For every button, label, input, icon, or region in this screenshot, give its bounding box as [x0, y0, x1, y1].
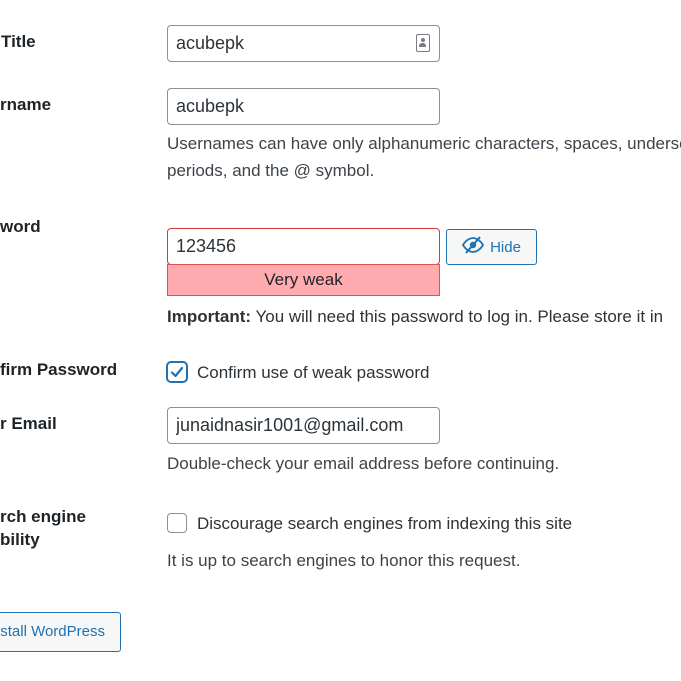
discourage-search-engines-label[interactable]: Discourage search engines from indexing …	[197, 512, 572, 535]
install-wordpress-button[interactable]: stall WordPress	[0, 612, 121, 652]
password-label: word	[0, 217, 41, 236]
confirm-weak-password-label[interactable]: Confirm use of weak password	[197, 361, 429, 384]
hide-password-button[interactable]: Hide	[446, 229, 537, 265]
confirm-weak-password-checkbox[interactable]	[167, 362, 187, 382]
password-input[interactable]	[167, 228, 440, 265]
eye-slash-icon	[462, 236, 485, 258]
username-input[interactable]	[167, 88, 440, 125]
username-description-line2: periods, and the @ symbol.	[167, 161, 375, 180]
email-input[interactable]	[167, 407, 440, 444]
contact-card-icon[interactable]	[416, 34, 430, 52]
password-important-note: Important: You will need this password t…	[167, 304, 663, 330]
password-strength-meter: Very weak	[167, 264, 440, 296]
search-visibility-description: It is up to search engines to honor this…	[167, 551, 521, 570]
important-text: You will need this password to log in. P…	[251, 307, 664, 326]
site-title-input[interactable]	[167, 25, 440, 62]
confirm-password-label: firm Password	[0, 360, 118, 379]
hide-button-label: Hide	[490, 238, 521, 256]
username-label: rname	[0, 95, 52, 114]
discourage-search-engines-checkbox[interactable]	[167, 513, 187, 533]
search-visibility-label-line2: bility	[0, 530, 40, 549]
username-description-line1: Usernames can have only alphanumeric cha…	[167, 134, 681, 153]
important-label: Important:	[167, 307, 252, 326]
site-title-label: Title	[1, 32, 36, 51]
email-label: r Email	[0, 414, 57, 433]
checkmark-icon	[170, 366, 184, 378]
email-description: Double-check your email address before c…	[167, 454, 560, 473]
search-visibility-label-line1: rch engine	[0, 507, 86, 526]
